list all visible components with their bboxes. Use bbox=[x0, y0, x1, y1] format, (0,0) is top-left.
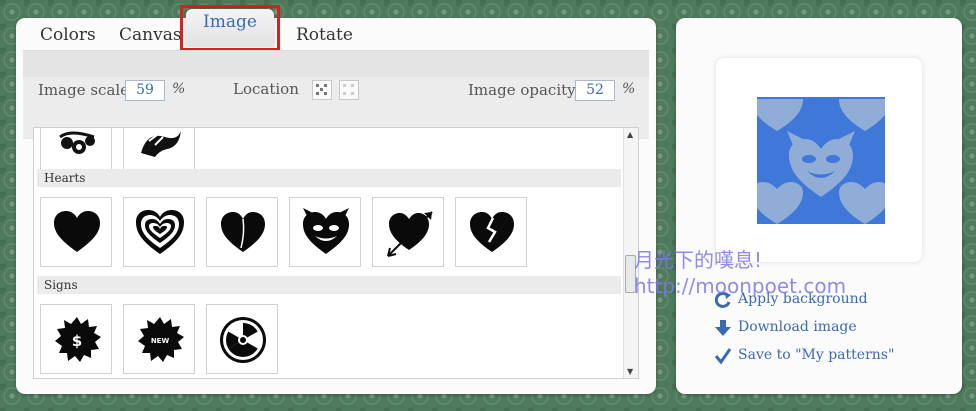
image-tile-sign-dollar[interactable]: $ bbox=[40, 304, 112, 374]
tab-image[interactable]: Image bbox=[186, 9, 274, 47]
watermark-title: 月光下的嘆息! bbox=[634, 248, 763, 272]
image-scale-input[interactable]: 59 bbox=[125, 80, 165, 101]
image-tile-floral[interactable] bbox=[40, 128, 112, 170]
scroll-down-icon[interactable]: ▼ bbox=[627, 367, 633, 376]
image-tile-heart-arrow[interactable] bbox=[372, 197, 444, 267]
location-label: Location bbox=[233, 80, 299, 98]
scroll-up-icon[interactable]: ▲ bbox=[627, 130, 633, 139]
editor-panel: Colors Canvas Image Rotate Image scale 5… bbox=[16, 5, 656, 394]
image-tile-heart-devil[interactable] bbox=[289, 197, 361, 267]
floral-icon bbox=[59, 131, 95, 154]
tab-rotate[interactable]: Rotate bbox=[296, 24, 353, 46]
image-scale-label: Image scale bbox=[38, 81, 130, 99]
heart-broken-icon bbox=[470, 212, 514, 252]
image-scale-unit: % bbox=[172, 81, 186, 97]
image-tile-heart[interactable] bbox=[40, 197, 112, 267]
image-opacity-label: Image opacity bbox=[468, 81, 576, 99]
radiation-icon bbox=[220, 317, 266, 363]
dollar-badge-icon: $ bbox=[55, 317, 101, 362]
heart-icon bbox=[54, 211, 100, 252]
image-tile-heart-glossy[interactable] bbox=[206, 197, 278, 267]
new-badge-icon: NEW bbox=[138, 317, 184, 362]
download-arrow-icon bbox=[715, 320, 731, 336]
image-tile-sign-new[interactable]: NEW bbox=[123, 304, 195, 374]
heart-arrow-icon bbox=[387, 211, 433, 257]
download-image-link[interactable]: Download image bbox=[715, 319, 857, 336]
tab-canvas[interactable]: Canvas bbox=[119, 24, 182, 46]
location-tiled-button[interactable] bbox=[312, 80, 332, 100]
settings-header bbox=[23, 51, 649, 77]
heart-glossy-icon bbox=[221, 212, 265, 252]
preview-frame bbox=[716, 58, 922, 262]
preview-panel: Apply background Download image Save to … bbox=[676, 18, 962, 394]
image-tile-heart-broken[interactable] bbox=[455, 197, 527, 267]
save-pattern-label: Save to "My patterns" bbox=[738, 347, 895, 363]
dollar-badge-text: $ bbox=[72, 332, 82, 350]
pattern-preview bbox=[757, 97, 885, 224]
checkmark-icon bbox=[714, 348, 732, 365]
watermark-url: http://moonpoet.com bbox=[634, 274, 847, 298]
image-tile-heart-rings[interactable] bbox=[123, 197, 195, 267]
image-settings: Image scale 59 % Location Image opacity … bbox=[23, 50, 649, 139]
image-opacity-input[interactable]: 52 bbox=[575, 80, 615, 101]
heart-rings-icon bbox=[136, 210, 184, 254]
heart-devil-icon bbox=[303, 208, 349, 254]
devil-heart-pattern-icon bbox=[757, 99, 885, 224]
image-tile-tribal[interactable] bbox=[123, 128, 195, 170]
image-opacity-unit: % bbox=[622, 81, 636, 97]
image-library: Hearts Signs $ NEW ▲ ▼ bbox=[33, 127, 639, 379]
save-pattern-link[interactable]: Save to "My patterns" bbox=[714, 347, 895, 365]
tribal-icon bbox=[141, 131, 181, 157]
location-offset-button[interactable] bbox=[339, 80, 359, 100]
image-tile-sign-radiation[interactable] bbox=[206, 304, 278, 374]
category-signs: Signs bbox=[37, 276, 621, 294]
new-badge-text: NEW bbox=[151, 337, 170, 345]
tab-colors[interactable]: Colors bbox=[40, 24, 96, 46]
download-image-label: Download image bbox=[738, 319, 857, 335]
category-hearts: Hearts bbox=[37, 169, 621, 187]
